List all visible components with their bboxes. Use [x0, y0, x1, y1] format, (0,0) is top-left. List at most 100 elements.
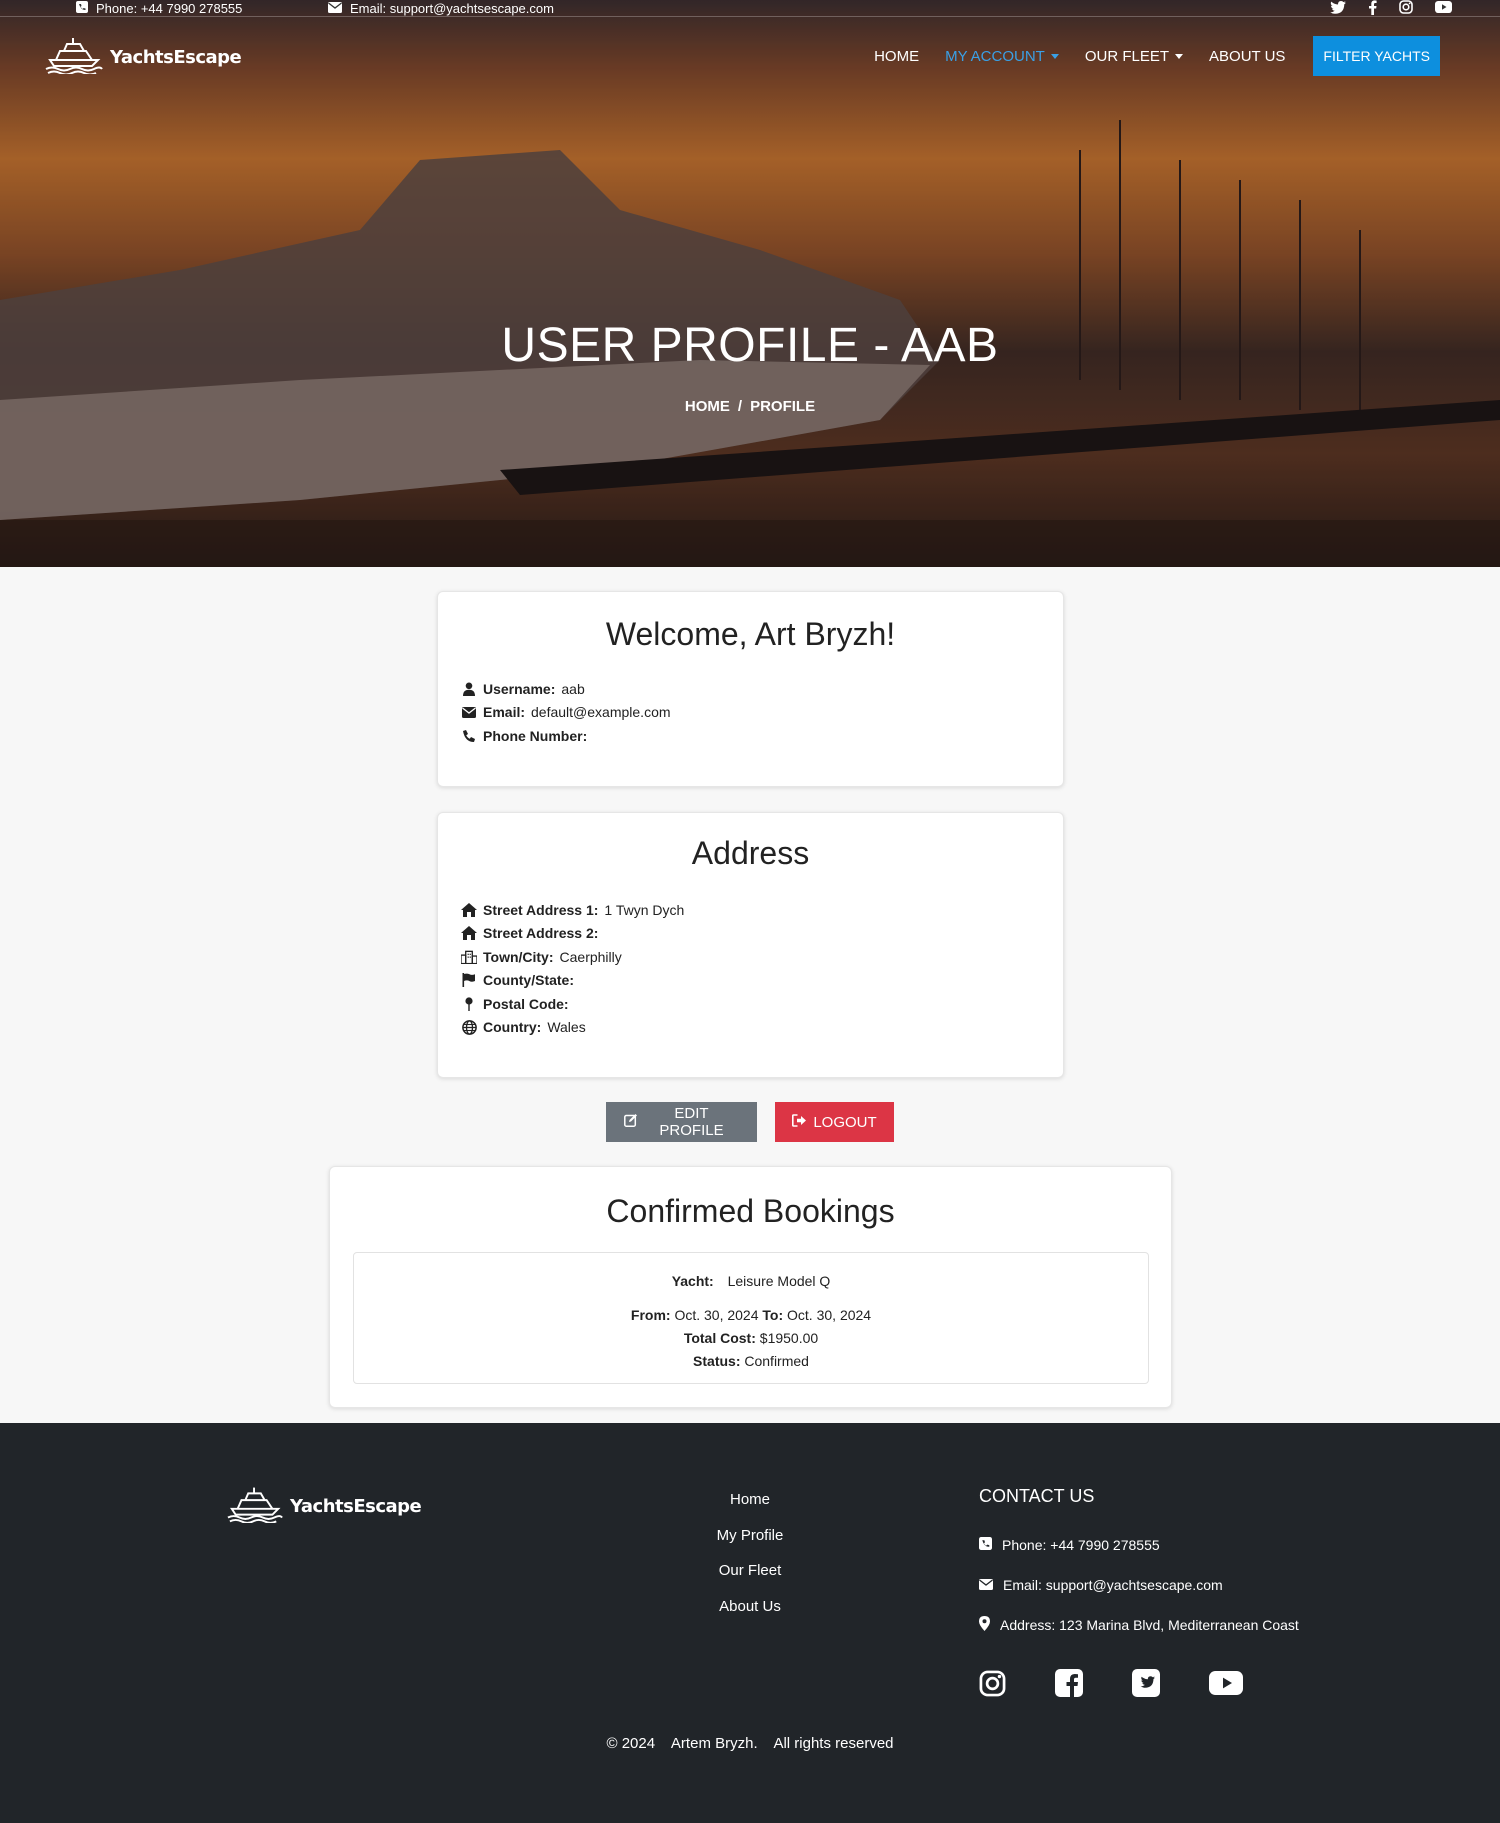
footer-link-about-us[interactable]: About Us	[650, 1598, 850, 1634]
footer-brand-name: YachtsEscape	[290, 1496, 422, 1517]
footer-address: Address: 123 Marina Blvd, Mediterranean …	[979, 1605, 1299, 1645]
topbar-phone[interactable]: Phone: +44 7990 278555	[76, 0, 242, 17]
booking-from-label: From:	[630, 1307, 671, 1323]
logout-button[interactable]: LOGOUT	[775, 1102, 894, 1142]
topbar-email-text: Email: support@yachtsescape.com	[350, 1, 554, 16]
nav-links: HOME MY ACCOUNT OUR FLEET ABOUT US FILTE…	[861, 36, 1440, 76]
site-footer: YachtsEscape Home My Profile Our Fleet A…	[0, 1423, 1500, 1823]
email-label: Email:	[483, 704, 526, 721]
postal-row: Postal Code:	[461, 992, 684, 1016]
booking-status-value: Confirmed	[744, 1353, 809, 1369]
footer-logo[interactable]: YachtsEscape	[226, 1485, 422, 1528]
nav-our-fleet[interactable]: OUR FLEET	[1072, 48, 1196, 65]
youtube-icon[interactable]	[1209, 1671, 1243, 1698]
username-label: Username:	[483, 680, 556, 697]
county-label: County/State:	[483, 972, 574, 989]
breadcrumb: HOME / PROFILE	[0, 398, 1500, 415]
booking-yacht-label: Yacht:	[671, 1273, 714, 1289]
home-icon	[461, 902, 477, 917]
edit-profile-button[interactable]: EDIT PROFILE	[606, 1102, 757, 1142]
footer-phone[interactable]: Phone: +44 7990 278555	[979, 1525, 1299, 1565]
twitter-icon[interactable]	[1330, 0, 1346, 17]
instagram-icon[interactable]	[1399, 0, 1413, 17]
twitter-icon[interactable]	[1132, 1669, 1160, 1700]
edit-icon	[624, 1113, 638, 1131]
profile-card: Welcome, Art Bryzh! Username: aab Email:…	[437, 591, 1064, 787]
username-row: Username: aab	[461, 677, 671, 701]
topbar-email[interactable]: Email: support@yachtsescape.com	[328, 0, 554, 17]
home-icon	[461, 926, 477, 941]
country-value: Wales	[547, 1019, 586, 1036]
nav-our-fleet-label: OUR FLEET	[1084, 47, 1170, 65]
map-marker-icon	[979, 1616, 990, 1634]
copyright-text: © 2024 Artem Bryzh. All rights reserved	[606, 1735, 894, 1752]
nav-my-account-label: MY ACCOUNT	[945, 47, 1045, 65]
footer-link-home[interactable]: Home	[650, 1491, 850, 1527]
breadcrumb-home[interactable]: HOME	[685, 398, 730, 415]
address-info-list: Street Address 1: 1 Twyn Dych Street Add…	[461, 898, 684, 1039]
booking-cost-line: Total Cost: $1950.00	[354, 1327, 1148, 1350]
user-icon	[461, 682, 477, 696]
footer-link-our-fleet[interactable]: Our Fleet	[650, 1562, 850, 1598]
phone-icon	[461, 729, 477, 743]
street1-label: Street Address 1:	[483, 901, 599, 918]
town-label: Town/City:	[483, 948, 554, 965]
profile-info-list: Username: aab Email: default@example.com…	[461, 677, 671, 748]
brand-name: YachtsEscape	[110, 47, 242, 68]
brand-logo[interactable]: YachtsEscape	[44, 36, 242, 79]
phone-row: Phone Number:	[461, 724, 671, 748]
filter-yachts-button[interactable]: FILTER YACHTS	[1313, 36, 1440, 76]
street2-label: Street Address 2:	[483, 925, 599, 942]
main-navbar: YachtsEscape HOME MY ACCOUNT OUR FLEET A…	[0, 36, 1500, 76]
bookings-card: Confirmed Bookings Yacht: Leisure Model …	[329, 1166, 1172, 1408]
facebook-icon[interactable]	[1055, 1669, 1083, 1700]
booking-dates-line: From: Oct. 30, 2024 To: Oct. 30, 2024	[354, 1304, 1148, 1327]
footer-email-text: Email: support@yachtsescape.com	[1003, 1577, 1223, 1593]
hero-banner: Phone: +44 7990 278555 Email: support@ya…	[0, 0, 1500, 567]
footer-email[interactable]: Email: support@yachtsescape.com	[979, 1565, 1299, 1605]
yacht-logo-icon	[44, 36, 104, 79]
county-row: County/State:	[461, 969, 684, 993]
envelope-icon	[328, 1, 342, 16]
topbar-phone-text: Phone: +44 7990 278555	[96, 1, 243, 16]
youtube-icon[interactable]	[1435, 1, 1452, 16]
instagram-icon[interactable]	[979, 1670, 1006, 1700]
profile-actions: EDIT PROFILE LOGOUT	[0, 1102, 1500, 1142]
postal-label: Postal Code:	[483, 995, 569, 1012]
edit-profile-label: EDIT PROFILE	[659, 1105, 724, 1139]
footer-link-my-profile[interactable]: My Profile	[650, 1527, 850, 1563]
yacht-logo-icon	[226, 1485, 284, 1528]
town-value: Caerphilly	[559, 948, 622, 965]
welcome-heading: Welcome, Art Bryzh!	[605, 616, 896, 652]
footer-phone-text: Phone: +44 7990 278555	[1002, 1537, 1160, 1553]
booking-to-value: Oct. 30, 2024	[787, 1307, 872, 1323]
booking-from-value: Oct. 30, 2024	[674, 1307, 759, 1323]
facebook-icon[interactable]	[1368, 0, 1377, 18]
bookings-heading: Confirmed Bookings	[606, 1193, 895, 1229]
footer-links: Home My Profile Our Fleet About Us	[650, 1491, 850, 1633]
country-row: Country: Wales	[461, 1016, 684, 1040]
contact-heading: CONTACT US	[979, 1486, 1095, 1506]
hero-background-image	[0, 0, 1500, 567]
city-icon	[461, 950, 477, 964]
street1-value: 1 Twyn Dych	[604, 901, 685, 918]
top-contact-bar: Phone: +44 7990 278555 Email: support@ya…	[0, 0, 1500, 17]
phone-icon	[979, 1537, 992, 1553]
address-heading: Address	[691, 835, 810, 871]
logout-icon	[792, 1113, 807, 1131]
street1-row: Street Address 1: 1 Twyn Dych	[461, 898, 684, 922]
footer-social	[979, 1669, 1299, 1700]
globe-icon	[461, 1019, 477, 1035]
nav-about-us[interactable]: ABOUT US	[1196, 48, 1298, 65]
nav-my-account[interactable]: MY ACCOUNT	[932, 48, 1072, 65]
booking-cost-value: $1950.00	[759, 1330, 819, 1346]
email-value: default@example.com	[531, 704, 671, 721]
booking-cost-label: Total Cost:	[683, 1330, 756, 1346]
envelope-icon	[461, 706, 477, 718]
chevron-down-icon	[1175, 53, 1184, 59]
pushpin-icon	[461, 997, 477, 1011]
street2-row: Street Address 2:	[461, 922, 684, 946]
envelope-icon	[979, 1577, 993, 1593]
nav-home[interactable]: HOME	[861, 48, 932, 65]
username-value: aab	[561, 680, 585, 697]
